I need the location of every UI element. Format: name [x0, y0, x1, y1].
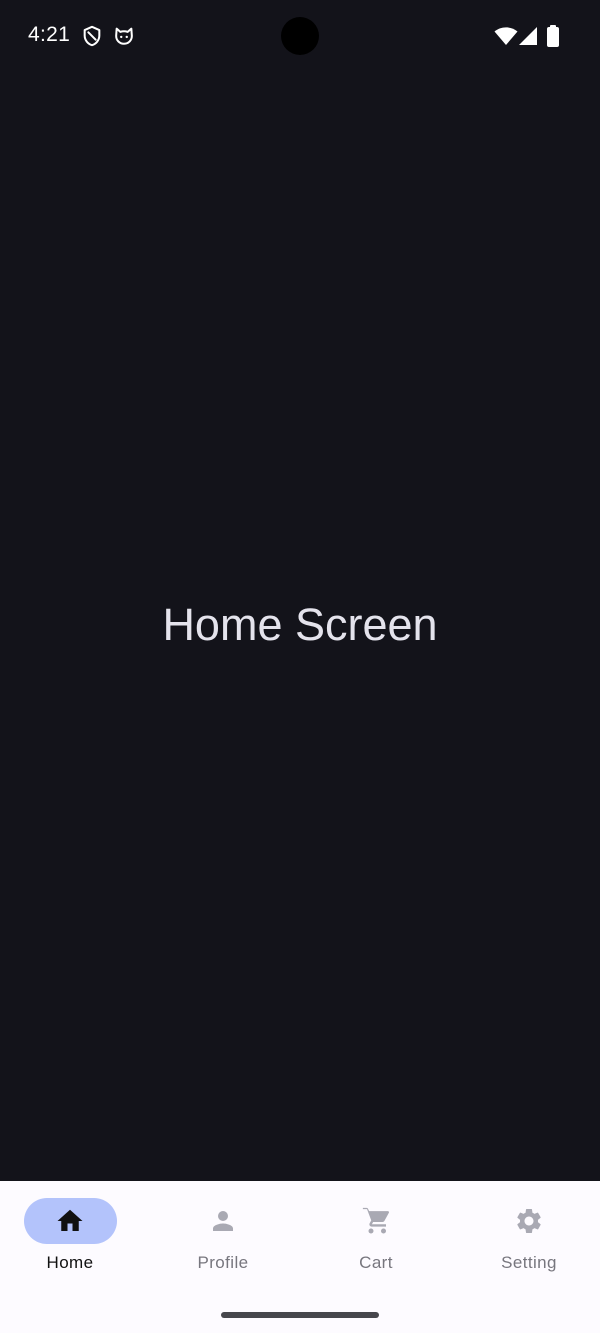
- nav-active-indicator: [23, 1198, 117, 1244]
- status-bar: 4:21: [0, 0, 600, 72]
- gesture-home-indicator[interactable]: [221, 1312, 379, 1318]
- nav-item-cart[interactable]: Cart: [301, 1198, 451, 1278]
- shield-icon: [83, 25, 101, 47]
- cat-icon: [115, 27, 133, 45]
- nav-label-home: Home: [46, 1253, 94, 1272]
- nav-item-profile[interactable]: Profile: [148, 1198, 298, 1278]
- gear-icon: [517, 1209, 541, 1233]
- page-title: Home Screen: [162, 598, 438, 650]
- nav-label-setting: Setting: [501, 1253, 557, 1272]
- battery-icon: [547, 25, 559, 47]
- camera-cutout: [281, 17, 319, 55]
- shopping-cart-icon: [362, 1207, 390, 1234]
- cellular-signal-icon: [519, 27, 537, 45]
- main-content: Home Screen: [0, 72, 600, 1181]
- status-time: 4:21: [28, 23, 71, 46]
- bottom-navigation-bar: Home Profile Cart Setting: [0, 1181, 600, 1333]
- nav-label-profile: Profile: [197, 1253, 249, 1272]
- home-icon: [57, 1209, 83, 1231]
- nav-item-home[interactable]: Home: [0, 1198, 145, 1278]
- person-icon: [213, 1211, 233, 1231]
- wifi-icon: [494, 27, 518, 45]
- nav-item-setting[interactable]: Setting: [454, 1198, 600, 1278]
- app-screen: 4:21 Home Screen Home Profile Cart Setti…: [0, 0, 600, 1333]
- nav-label-cart: Cart: [359, 1253, 393, 1272]
